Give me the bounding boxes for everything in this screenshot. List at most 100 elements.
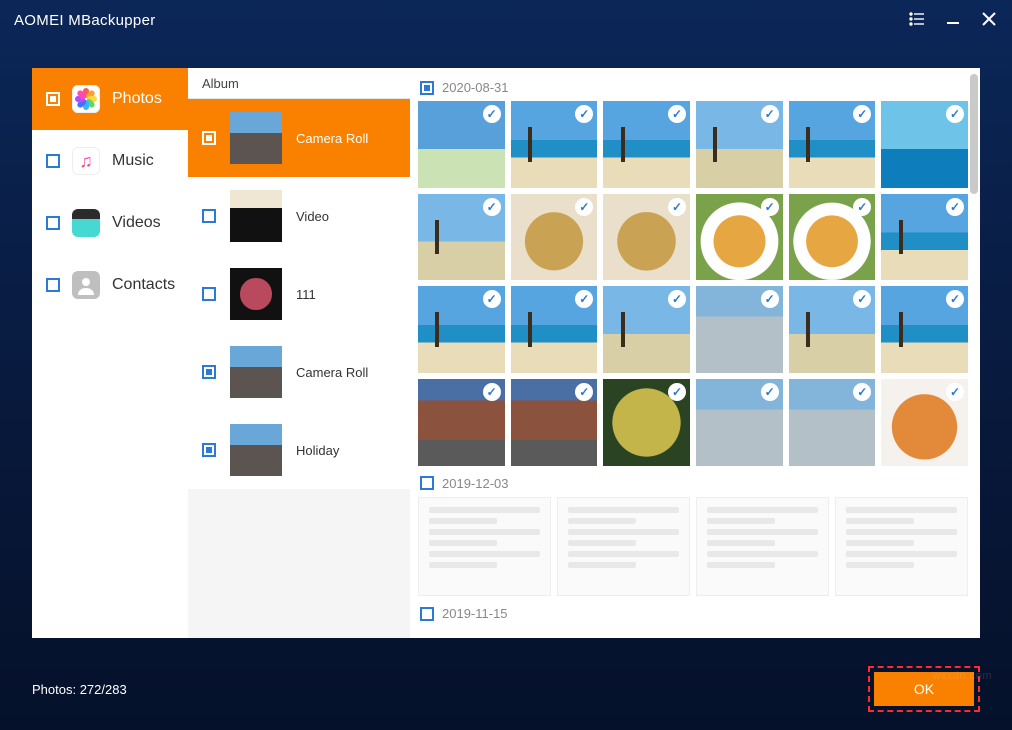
- photo-thumbnail[interactable]: [696, 497, 829, 597]
- check-icon: ✓: [668, 105, 686, 123]
- category-sidebar: Photos ♫ Music Videos Contacts: [32, 68, 188, 638]
- album-list-header: Album: [188, 68, 410, 99]
- photo-thumbnail[interactable]: ✓: [603, 379, 690, 466]
- sidebar-item-label: Photos: [112, 90, 162, 108]
- album-thumbnail: [230, 112, 282, 164]
- photo-thumbnail[interactable]: ✓: [603, 286, 690, 373]
- album-label: Camera Roll: [296, 365, 368, 380]
- check-icon: ✓: [946, 383, 964, 401]
- check-icon: ✓: [761, 105, 779, 123]
- checkbox-icon[interactable]: [202, 209, 216, 223]
- album-thumbnail: [230, 190, 282, 242]
- watermark: wsxdn.com: [932, 670, 992, 682]
- album-thumbnail: [230, 424, 282, 476]
- scrollbar-thumb[interactable]: [970, 74, 978, 194]
- album-list: Album Camera Roll Video 111 Camera Roll: [188, 68, 410, 638]
- photo-thumbnail[interactable]: [418, 497, 551, 597]
- date-group-header[interactable]: 2019-12-03: [420, 476, 968, 491]
- check-icon: ✓: [761, 198, 779, 216]
- checkbox-icon[interactable]: [202, 365, 216, 379]
- check-icon: ✓: [761, 290, 779, 308]
- photo-thumbnail[interactable]: [557, 497, 690, 597]
- photo-thumbnail[interactable]: ✓: [418, 101, 505, 188]
- photo-thumbnail[interactable]: ✓: [789, 194, 876, 281]
- album-holiday[interactable]: Holiday: [188, 411, 410, 489]
- photo-thumbnail[interactable]: ✓: [511, 101, 598, 188]
- photo-thumbnail[interactable]: ✓: [696, 194, 783, 281]
- photo-grid: [418, 497, 968, 597]
- window-controls: [908, 11, 998, 30]
- check-icon: ✓: [575, 198, 593, 216]
- album-thumbnail: [230, 268, 282, 320]
- photo-thumbnail[interactable]: ✓: [789, 101, 876, 188]
- photo-thumbnail[interactable]: ✓: [603, 101, 690, 188]
- photo-thumbnail[interactable]: [835, 497, 968, 597]
- close-icon[interactable]: [980, 12, 998, 29]
- content-card: Photos ♫ Music Videos Contacts: [32, 68, 980, 638]
- photo-gallery: 2020-08-31 ✓✓✓✓✓✓✓✓✓✓✓✓✓✓✓✓✓✓✓✓✓✓✓✓ 2019…: [410, 68, 980, 638]
- videos-icon: [72, 209, 100, 237]
- checkbox-icon[interactable]: [46, 92, 60, 106]
- date-group-header[interactable]: 2020-08-31: [420, 80, 968, 95]
- app-title: AOMEI MBackupper: [14, 12, 156, 29]
- checkbox-icon[interactable]: [46, 216, 60, 230]
- photos-icon: [72, 85, 100, 113]
- album-camera-roll-2[interactable]: Camera Roll: [188, 333, 410, 411]
- check-icon: ✓: [483, 290, 501, 308]
- check-icon: ✓: [946, 198, 964, 216]
- sidebar-item-label: Music: [112, 152, 154, 170]
- photo-thumbnail[interactable]: ✓: [511, 286, 598, 373]
- music-icon: ♫: [72, 147, 100, 175]
- photo-thumbnail[interactable]: ✓: [418, 194, 505, 281]
- sidebar-item-label: Videos: [112, 214, 161, 232]
- photo-thumbnail[interactable]: ✓: [881, 194, 968, 281]
- photo-thumbnail[interactable]: ✓: [418, 379, 505, 466]
- album-camera-roll[interactable]: Camera Roll: [188, 99, 410, 177]
- photo-thumbnail[interactable]: ✓: [696, 379, 783, 466]
- photo-thumbnail[interactable]: ✓: [789, 286, 876, 373]
- photo-thumbnail[interactable]: ✓: [696, 286, 783, 373]
- photo-thumbnail[interactable]: ✓: [418, 286, 505, 373]
- gallery-scroll[interactable]: 2020-08-31 ✓✓✓✓✓✓✓✓✓✓✓✓✓✓✓✓✓✓✓✓✓✓✓✓ 2019…: [410, 68, 980, 638]
- check-icon: ✓: [483, 198, 501, 216]
- album-label: 111: [296, 287, 316, 302]
- album-111[interactable]: 111: [188, 255, 410, 333]
- checkbox-icon[interactable]: [202, 443, 216, 457]
- album-label: Video: [296, 209, 329, 224]
- contacts-icon: [72, 271, 100, 299]
- checkbox-icon[interactable]: [202, 131, 216, 145]
- checkbox-icon[interactable]: [202, 287, 216, 301]
- photo-thumbnail[interactable]: ✓: [511, 379, 598, 466]
- photo-thumbnail[interactable]: ✓: [881, 379, 968, 466]
- sidebar-item-music[interactable]: ♫ Music: [32, 130, 188, 192]
- date-group-header[interactable]: 2019-11-15: [420, 606, 968, 621]
- check-icon: ✓: [483, 105, 501, 123]
- sidebar-item-videos[interactable]: Videos: [32, 192, 188, 254]
- album-video[interactable]: Video: [188, 177, 410, 255]
- sidebar-item-contacts[interactable]: Contacts: [32, 254, 188, 316]
- photo-grid: ✓✓✓✓✓✓✓✓✓✓✓✓✓✓✓✓✓✓✓✓✓✓✓✓: [418, 101, 968, 466]
- check-icon: ✓: [853, 198, 871, 216]
- date-group-label: 2019-11-15: [442, 606, 508, 621]
- check-icon: ✓: [483, 383, 501, 401]
- photo-thumbnail[interactable]: ✓: [881, 101, 968, 188]
- checkbox-icon[interactable]: [420, 476, 434, 490]
- check-icon: ✓: [668, 198, 686, 216]
- photo-thumbnail[interactable]: ✓: [603, 194, 690, 281]
- photo-thumbnail[interactable]: ✓: [696, 101, 783, 188]
- photo-thumbnail[interactable]: ✓: [881, 286, 968, 373]
- photo-thumbnail[interactable]: ✓: [511, 194, 598, 281]
- checkbox-icon[interactable]: [46, 154, 60, 168]
- date-group-label: 2019-12-03: [442, 476, 509, 491]
- minimize-icon[interactable]: [944, 12, 962, 29]
- check-icon: ✓: [761, 383, 779, 401]
- album-label: Holiday: [296, 443, 339, 458]
- checkbox-icon[interactable]: [420, 607, 434, 621]
- album-label: Camera Roll: [296, 131, 368, 146]
- app-window: AOMEI MBackupper: [0, 0, 1012, 730]
- sidebar-item-photos[interactable]: Photos: [32, 68, 188, 130]
- checkbox-icon[interactable]: [420, 81, 434, 95]
- list-view-icon[interactable]: [908, 11, 926, 30]
- checkbox-icon[interactable]: [46, 278, 60, 292]
- photo-thumbnail[interactable]: ✓: [789, 379, 876, 466]
